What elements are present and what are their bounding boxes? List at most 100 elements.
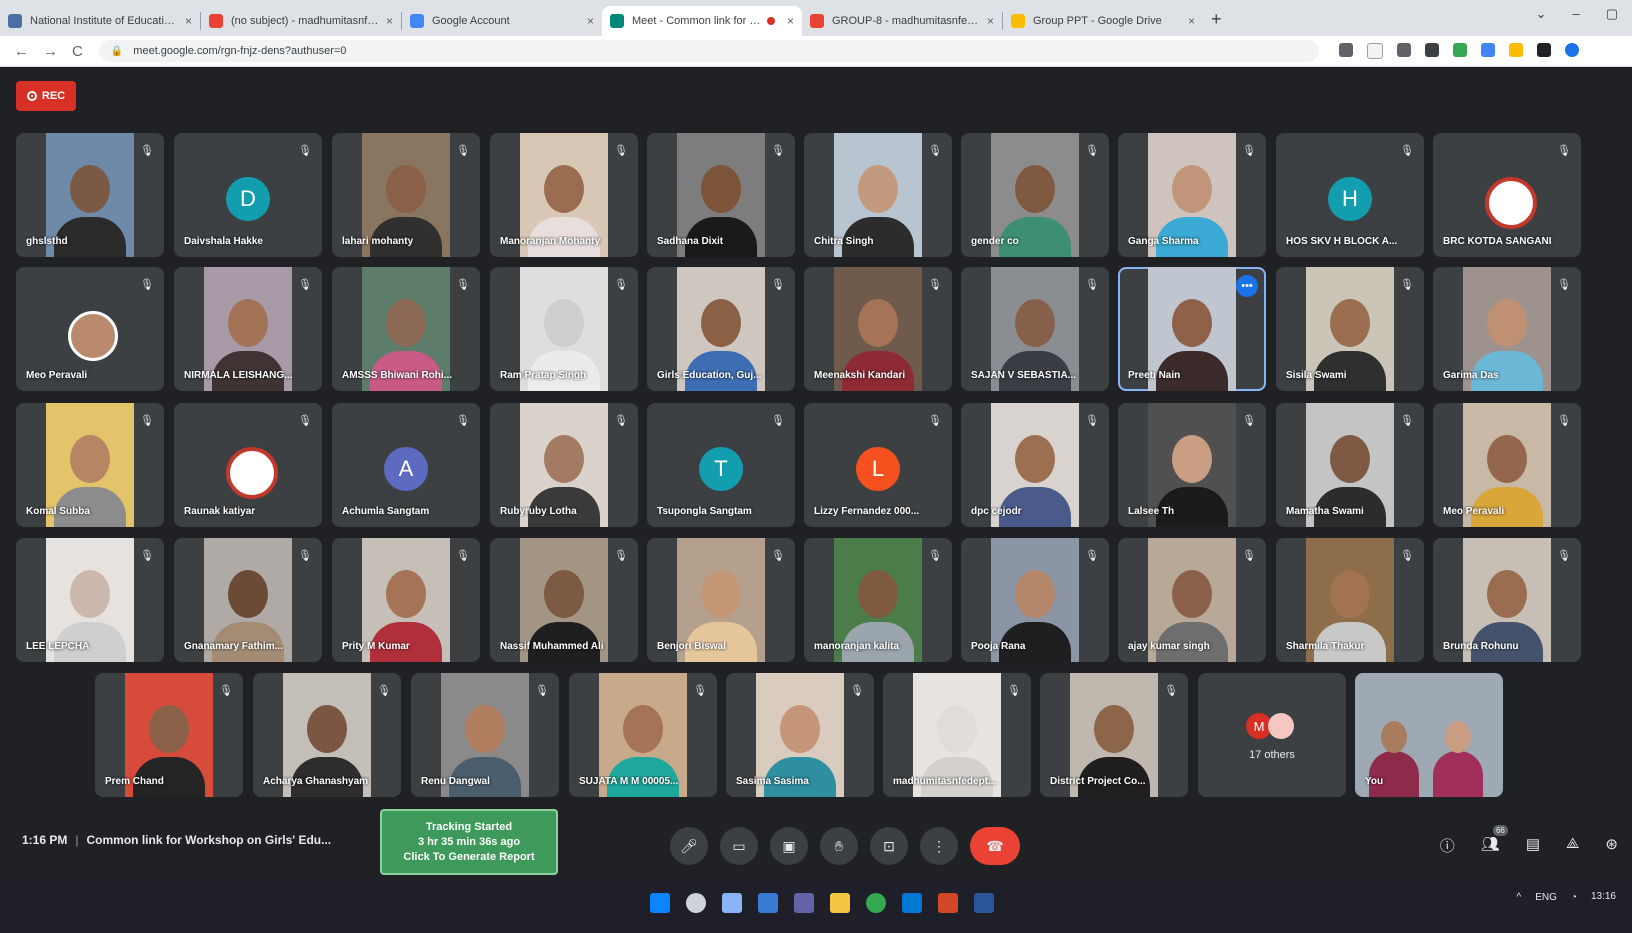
meeting-details[interactable]: 1:16 PM | Common link for Workshop on Girl… [22, 833, 331, 847]
mic-muted-icon[interactable]: 🎙︎ [1240, 546, 1258, 564]
task-view-icon[interactable] [722, 893, 742, 913]
participant-tile[interactable]: 🎙︎ AMSSS Bhiwani Rohi... [332, 267, 480, 391]
others-tile[interactable]: M 17 others [1198, 673, 1346, 797]
participant-tile[interactable]: 🎙︎ gender co [961, 133, 1109, 257]
participant-tile[interactable]: 🎙︎ Lalsee Th [1118, 403, 1266, 527]
chat-icon[interactable]: ▤ [1526, 835, 1540, 856]
extension-icon[interactable] [1396, 43, 1411, 57]
lock-icon[interactable]: ⊛ [1605, 835, 1618, 856]
maximize-icon[interactable]: ▢ [1606, 6, 1618, 22]
mic-muted-icon[interactable]: 🎙︎ [1083, 546, 1101, 564]
mic-muted-icon[interactable]: 🎙︎ [296, 546, 314, 564]
windows-start-icon[interactable] [650, 893, 670, 913]
participant-tile[interactable]: 🎙︎ Benjori Biswal [647, 538, 795, 662]
participant-tile[interactable]: 🎙︎ madhumitasnfedept... [883, 673, 1031, 797]
browser-tab[interactable]: Meet - Common link for Wo × [602, 6, 802, 36]
captions-icon[interactable]: ▣ [770, 827, 808, 865]
participant-tile[interactable]: A 🎙︎ Achumla Sangtam [332, 403, 480, 527]
mic-muted-icon[interactable]: 🎙︎ [926, 411, 944, 429]
search-icon[interactable] [686, 893, 706, 913]
mic-muted-icon[interactable]: 🎙︎ [1083, 411, 1101, 429]
leave-call-button[interactable]: ☎︎ [970, 827, 1020, 865]
mic-muted-icon[interactable]: 🎙︎ [217, 681, 235, 699]
extension-icon[interactable] [1480, 43, 1495, 57]
mic-muted-icon[interactable]: 🎙︎ [1398, 275, 1416, 293]
participant-tile[interactable]: 🎙︎ LEE LEPCHA [16, 538, 164, 662]
info-icon[interactable]: ⓘ [1440, 835, 1455, 856]
edge-icon[interactable] [902, 893, 922, 913]
taskbar-clock[interactable]: 13:16 [1591, 891, 1616, 903]
participant-tile[interactable]: 🎙︎ Girls Education, Guj... [647, 267, 795, 391]
recording-indicator[interactable]: REC [16, 81, 76, 111]
puzzle-icon[interactable] [1536, 43, 1551, 57]
extension-icon[interactable] [1508, 43, 1523, 57]
browser-tab[interactable]: GROUP-8 - madhumitasnfedept × [802, 6, 1002, 36]
mic-muted-icon[interactable]: 🎙︎ [454, 411, 472, 429]
participant-tile[interactable]: 🎙︎ ajay kumar singh [1118, 538, 1266, 662]
participant-tile[interactable]: T 🎙︎ Tsuponglа Sangtam [647, 403, 795, 527]
widgets-icon[interactable] [758, 893, 778, 913]
participant-tile[interactable]: 🎙︎ Acharya Ghanashyam [253, 673, 401, 797]
close-tab-icon[interactable]: × [987, 14, 994, 28]
close-tab-icon[interactable]: × [587, 14, 594, 28]
participant-tile[interactable]: 🎙︎ Chitra Singh [804, 133, 952, 257]
close-tab-icon[interactable]: × [185, 14, 192, 28]
browser-tab[interactable]: Google Account × [402, 6, 602, 36]
mic-muted-icon[interactable]: 🎙︎ [138, 411, 156, 429]
participant-tile[interactable]: 🎙︎ lahari mohanty [332, 133, 480, 257]
chrome-icon[interactable] [866, 893, 886, 913]
teams-icon[interactable] [794, 893, 814, 913]
browser-tab[interactable]: (no subject) - madhumitasnfedept × [201, 6, 401, 36]
participant-tile[interactable]: 🎙︎ Renu Dangwal [411, 673, 559, 797]
participant-tile[interactable]: 🎙︎ Sasima Sasima [726, 673, 874, 797]
mic-muted-icon[interactable]: 🎙︎ [926, 275, 944, 293]
mic-muted-icon[interactable]: 🎙︎ [769, 546, 787, 564]
mic-muted-icon[interactable]: 🎙︎ [769, 411, 787, 429]
participant-tile[interactable]: 🎙︎ District Project Co... [1040, 673, 1188, 797]
participant-tile[interactable]: 🎙︎ Pooja Rana [961, 538, 1109, 662]
mic-muted-icon[interactable]: 🎙︎ [138, 275, 156, 293]
star-icon[interactable] [1366, 43, 1383, 59]
powerpoint-icon[interactable] [938, 893, 958, 913]
mic-muted-icon[interactable]: 🎙︎ [612, 546, 630, 564]
participant-tile[interactable]: 🎙︎ Meenakshi Kandari [804, 267, 952, 391]
close-tab-icon[interactable]: × [1188, 14, 1195, 28]
participant-tile[interactable]: 🎙︎ Gnanamary Fathim... [174, 538, 322, 662]
participant-tile[interactable]: 🎙︎ Garima Das [1433, 267, 1581, 391]
participant-tile[interactable]: H 🎙︎ HOS SKV H BLOCK A... [1276, 133, 1424, 257]
mic-muted-icon[interactable]: 🎙︎ [1162, 681, 1180, 699]
participant-tile[interactable]: 🎙︎ Rubyruby Lotha [490, 403, 638, 527]
mic-muted-icon[interactable]: 🎙︎ [769, 141, 787, 159]
participant-tile[interactable]: 🎙︎ Sisila Swami [1276, 267, 1424, 391]
mic-muted-icon[interactable]: 🎙︎ [1240, 141, 1258, 159]
mic-muted-icon[interactable]: 🎙︎ [454, 275, 472, 293]
extension-icon[interactable] [1452, 43, 1467, 57]
participant-tile[interactable]: 🎙︎ Raunak katiyar [174, 403, 322, 527]
close-tab-icon[interactable]: × [386, 14, 393, 28]
self-view-tile[interactable]: You [1355, 673, 1503, 797]
participant-tile[interactable]: 🎙︎ NIRMALA LEISHANG... [174, 267, 322, 391]
participant-tile[interactable]: 🎙︎ ghslsthd [16, 133, 164, 257]
participant-tile[interactable]: 🎙︎ Sharmila Thakur [1276, 538, 1424, 662]
participant-tile[interactable]: 🎙︎ Manoranjan Mohanty [490, 133, 638, 257]
extension-icon[interactable] [1424, 43, 1439, 57]
mic-muted-icon[interactable]: 🎙︎ [1398, 411, 1416, 429]
reload-icon[interactable]: C [72, 43, 83, 60]
participant-tile[interactable]: 🎙︎ Sadhana Dixit [647, 133, 795, 257]
mic-muted-icon[interactable]: 🎙︎ [612, 275, 630, 293]
mic-muted-icon[interactable]: 🎙︎ [296, 275, 314, 293]
language-indicator[interactable]: ENG [1535, 892, 1557, 903]
browser-tab[interactable]: Group PPT - Google Drive × [1003, 6, 1203, 36]
chevron-down-icon[interactable]: ⌄ [1536, 6, 1547, 22]
mic-muted-icon[interactable]: 🎙︎ [454, 141, 472, 159]
speaking-indicator-icon[interactable]: ••• [1236, 275, 1258, 297]
mic-muted-icon[interactable]: 🎙︎ [533, 681, 551, 699]
participant-tile[interactable]: 🎙︎ manoranjan kalita [804, 538, 952, 662]
mic-muted-icon[interactable]: 🎙︎ [1240, 411, 1258, 429]
mic-muted-icon[interactable]: 🎙︎ [375, 681, 393, 699]
participant-tile[interactable]: 🎙︎ Ram Pratap Singh [490, 267, 638, 391]
participant-tile[interactable]: 🎙︎ Brunda Rohunu [1433, 538, 1581, 662]
mic-muted-icon[interactable]: 🎙︎ [769, 275, 787, 293]
minimize-icon[interactable]: – [1572, 6, 1579, 22]
mic-muted-icon[interactable]: 🎙︎ [1398, 546, 1416, 564]
